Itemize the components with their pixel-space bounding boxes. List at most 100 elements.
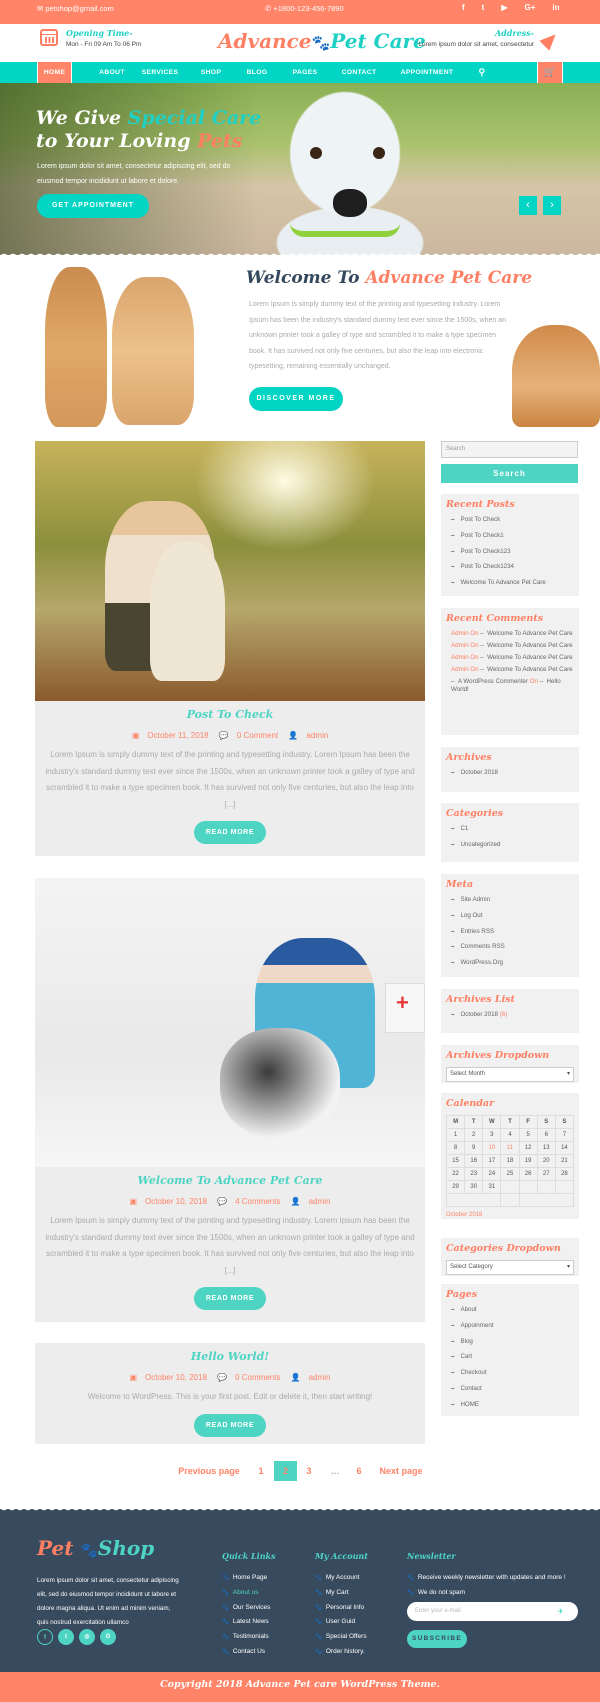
comment-author[interactable]: Admin: [451, 630, 469, 637]
categories-select[interactable]: Select Category: [446, 1260, 574, 1275]
calendar-next[interactable]: [518, 1193, 575, 1207]
comment-author[interactable]: Admin: [451, 666, 469, 673]
nav-pages[interactable]: PAGES: [290, 62, 320, 83]
meta-link[interactable]: WordPress.Org: [451, 959, 574, 967]
comment-post-link[interactable]: Welcome To Advance Pet Care: [487, 642, 572, 649]
search-icon[interactable]: ⚲: [475, 62, 489, 83]
post-author[interactable]: admin: [306, 731, 328, 740]
post-title[interactable]: Post To Check: [35, 708, 425, 721]
post-comments[interactable]: 0 Comment: [237, 731, 278, 740]
recent-post-link[interactable]: Welcome To Advance Pet Care: [451, 579, 574, 587]
page-link[interactable]: Appoinment: [451, 1322, 574, 1330]
archive-link[interactable]: October 2018: [460, 1011, 498, 1018]
post-title[interactable]: Welcome To Advance Pet Care: [35, 1174, 425, 1187]
footer-link[interactable]: My Account: [315, 1574, 368, 1582]
calendar-day[interactable]: 11: [500, 1141, 520, 1155]
footer-logo[interactable]: Pet 🐾Shop: [37, 1536, 154, 1560]
cart-icon[interactable]: 🛒: [537, 62, 563, 83]
calendar-caption[interactable]: October 2018: [446, 1212, 574, 1218]
meta-link[interactable]: Entries RSS: [451, 928, 574, 936]
archive-list-item[interactable]: October 2018 (6): [451, 1011, 574, 1019]
post-image[interactable]: +: [35, 878, 425, 1167]
page-link[interactable]: 1: [250, 1466, 272, 1476]
footer-link[interactable]: Testimonials: [222, 1633, 276, 1641]
instagram-icon[interactable]: ◎: [79, 1629, 95, 1645]
newsletter-email-input[interactable]: Enter your e-mail ✈: [407, 1602, 578, 1621]
footer-link[interactable]: Order history.: [315, 1648, 368, 1656]
calendar-prev[interactable]: [445, 1193, 502, 1207]
page-link[interactable]: Checkout: [451, 1369, 574, 1377]
recent-post-link[interactable]: Post To Check1: [451, 532, 574, 540]
contact-email[interactable]: ✉ petshop@gmail.com: [37, 4, 114, 13]
discover-more-button[interactable]: DISCOVER MORE: [249, 387, 343, 411]
search-button[interactable]: Search: [441, 464, 578, 483]
read-more-button[interactable]: READ MORE: [194, 1287, 266, 1310]
post-comments[interactable]: 0 Comments: [235, 1373, 280, 1382]
nav-blog[interactable]: BLOG: [244, 62, 270, 83]
read-more-button[interactable]: READ MORE: [194, 821, 266, 844]
slider-prev-button[interactable]: ‹: [519, 196, 537, 215]
footer-link[interactable]: My Cart: [315, 1589, 368, 1597]
page-link[interactable]: 3: [298, 1466, 320, 1476]
recent-post-link[interactable]: Post To Check123: [451, 548, 574, 556]
twitter-icon[interactable]: t: [482, 3, 485, 12]
linkedin-icon[interactable]: in: [552, 3, 559, 12]
google-plus-icon[interactable]: G+: [525, 3, 536, 12]
post-author[interactable]: admin: [309, 1373, 331, 1382]
post-author[interactable]: admin: [309, 1197, 331, 1206]
twitter-icon[interactable]: t: [58, 1629, 74, 1645]
previous-page-link[interactable]: Previous page: [176, 1466, 242, 1476]
read-more-button[interactable]: READ MORE: [194, 1413, 266, 1437]
facebook-icon[interactable]: f: [37, 1629, 53, 1645]
category-link[interactable]: Uncategorized: [451, 841, 574, 849]
nav-shop[interactable]: SHOP: [198, 62, 224, 83]
next-page-link[interactable]: Next page: [371, 1466, 431, 1476]
subscribe-button[interactable]: SUBSCRIBE: [407, 1630, 467, 1648]
archives-select[interactable]: Select Month: [446, 1067, 574, 1082]
page-link[interactable]: HOME: [451, 1401, 574, 1409]
get-appointment-button[interactable]: GET APPOINTMENT: [37, 194, 149, 218]
nav-contact[interactable]: CONTACT: [340, 62, 378, 83]
search-input[interactable]: Search: [441, 441, 578, 458]
nav-services[interactable]: SERVICES: [138, 62, 182, 83]
page-current[interactable]: 2: [274, 1461, 297, 1481]
page-link[interactable]: Cart: [451, 1353, 574, 1361]
footer-link[interactable]: Our Services: [222, 1604, 276, 1612]
send-icon[interactable]: ✈: [557, 1602, 564, 1621]
comment-post-link[interactable]: Welcome To Advance Pet Care: [487, 630, 572, 637]
post-date[interactable]: October 11, 2018: [147, 731, 208, 740]
archive-link[interactable]: October 2018: [451, 769, 574, 777]
meta-link[interactable]: Site Admin: [451, 896, 574, 904]
footer-link[interactable]: Special Offers: [315, 1633, 368, 1641]
footer-link-active[interactable]: About us: [222, 1589, 276, 1597]
post-date[interactable]: October 10, 2018: [145, 1197, 207, 1206]
site-logo[interactable]: Advance🐾Pet Care: [218, 29, 426, 53]
post-date[interactable]: October 10, 2018: [145, 1373, 207, 1382]
page-link[interactable]: 6: [348, 1466, 370, 1476]
footer-link[interactable]: Latest News: [222, 1618, 276, 1626]
footer-link[interactable]: Personal Info: [315, 1604, 368, 1612]
calendar-day[interactable]: 10: [482, 1141, 502, 1155]
nav-about[interactable]: ABOUT: [92, 62, 132, 83]
slider-next-button[interactable]: ›: [543, 196, 561, 215]
comment-author[interactable]: Admin: [451, 654, 469, 661]
footer-link[interactable]: Contact Us: [222, 1648, 276, 1656]
page-link[interactable]: About: [451, 1306, 574, 1314]
meta-link[interactable]: Log Out: [451, 912, 574, 920]
recent-post-link[interactable]: Post To Check: [451, 516, 574, 524]
footer-link[interactable]: Home Page: [222, 1574, 276, 1582]
post-image[interactable]: [35, 441, 425, 701]
facebook-icon[interactable]: f: [462, 3, 465, 12]
comment-post-link[interactable]: Welcome To Advance Pet Care: [487, 666, 572, 673]
page-link[interactable]: Contact: [451, 1385, 574, 1393]
meta-link[interactable]: Comments RSS: [451, 943, 574, 951]
contact-phone[interactable]: ✆ +1800-123-456-7890: [265, 4, 344, 13]
comment-author[interactable]: Admin: [451, 642, 469, 649]
nav-appointment[interactable]: APPOINTMENT: [398, 62, 456, 83]
google-icon[interactable]: G: [100, 1629, 116, 1645]
footer-link[interactable]: User Guid: [315, 1618, 368, 1626]
category-link[interactable]: C1: [451, 825, 574, 833]
youtube-icon[interactable]: ▶: [501, 3, 507, 12]
comment-post-link[interactable]: Welcome To Advance Pet Care: [487, 654, 572, 661]
recent-post-link[interactable]: Post To Check1234: [451, 563, 574, 571]
